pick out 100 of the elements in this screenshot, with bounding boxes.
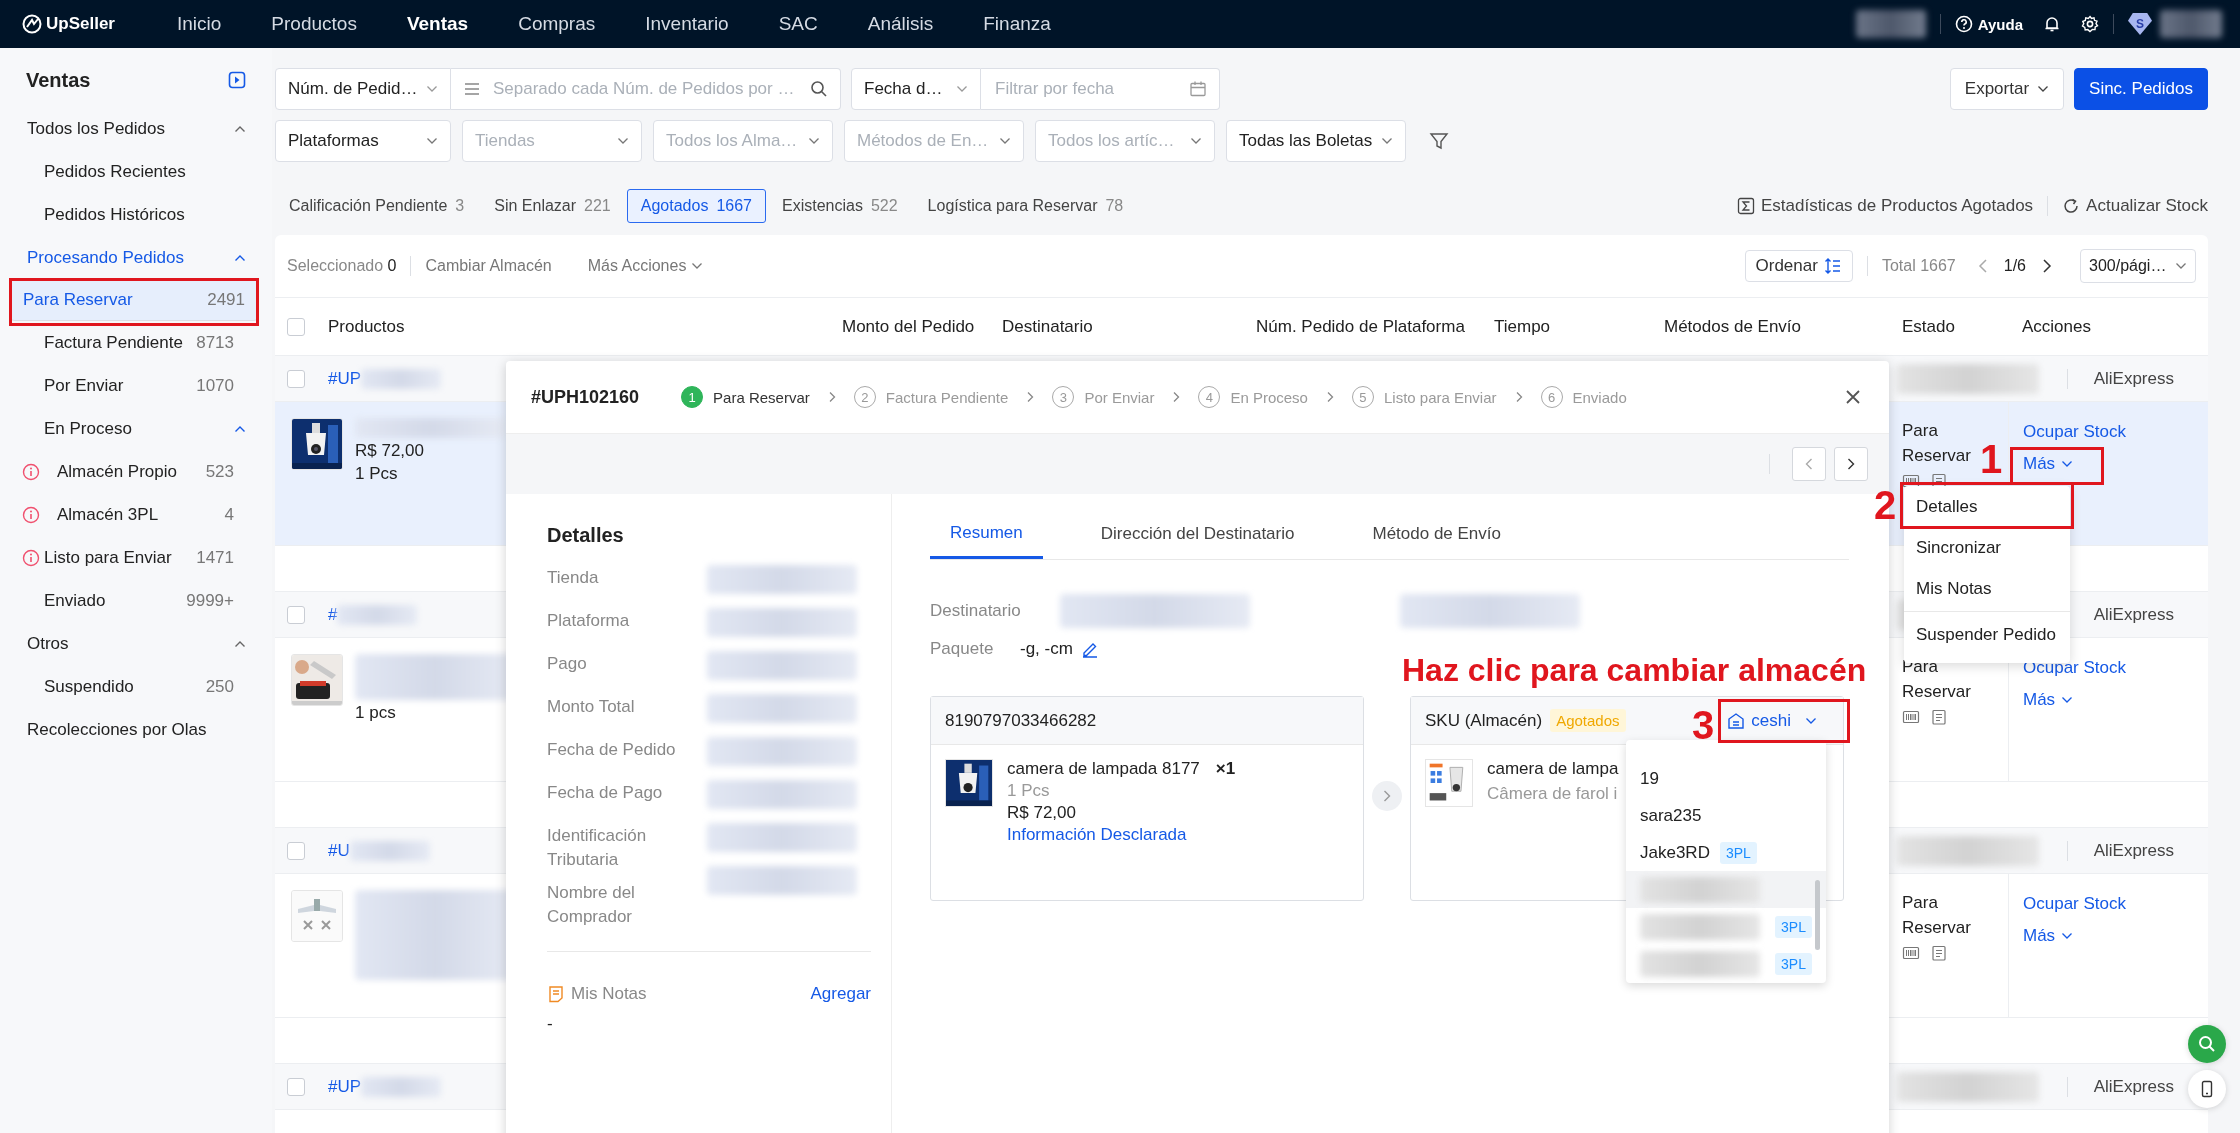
quantity: ×1 xyxy=(1215,759,1236,779)
sidebar-group[interactable]: Procesando Pedidos xyxy=(0,236,272,279)
sidebar-item[interactable]: Enviado 9999+ xyxy=(10,579,258,622)
more-link[interactable]: Más xyxy=(2023,454,2074,474)
note-icon[interactable] xyxy=(1930,944,1948,962)
nav-tab[interactable]: Finanza xyxy=(983,13,1051,35)
nav-tab[interactable]: Análisis xyxy=(867,13,934,35)
column-header: Acciones xyxy=(2022,316,2092,337)
status-tab[interactable]: Logística para Reservar 78 xyxy=(913,189,1138,223)
calendar-icon xyxy=(1189,80,1207,98)
status-tab[interactable]: Agotados 1667 xyxy=(626,189,766,223)
type-select[interactable]: Núm. de Pedid… xyxy=(275,68,451,110)
bell-icon[interactable] xyxy=(2043,15,2061,33)
reserve-stock-link[interactable]: Ocupar Stock xyxy=(2023,422,2194,442)
quantity: 1 pcs xyxy=(355,703,397,723)
product-name: camera de lampa xyxy=(1487,759,1619,780)
date-field[interactable]: Filtrar por fecha xyxy=(993,78,1179,100)
status-tab[interactable]: Sin Enlazar 221 xyxy=(480,189,625,223)
notes-icon xyxy=(547,985,565,1003)
menu-item[interactable]: Sincronizar xyxy=(1904,529,2070,566)
nav-tab[interactable]: SAC xyxy=(778,13,818,35)
sidebar-item[interactable]: Pedidos Recientes xyxy=(10,150,258,193)
date-type-select[interactable]: Fecha d… xyxy=(851,68,981,110)
more-link[interactable]: Más xyxy=(2023,926,2074,946)
nav-tab[interactable]: Compras xyxy=(518,13,596,35)
checkbox[interactable] xyxy=(287,369,305,388)
filter-select[interactable]: Plataformas xyxy=(275,120,451,162)
filter-select[interactable]: Todas las Boletas xyxy=(1226,120,1406,162)
search-button[interactable] xyxy=(2188,1025,2226,1063)
menu-item[interactable]: Mis Notas xyxy=(1904,570,2070,607)
order-number-link[interactable]: # xyxy=(328,604,338,625)
help-link[interactable]: Ayuda xyxy=(1954,15,2023,33)
sidebar-group[interactable]: En Proceso xyxy=(0,407,272,450)
add-note-link[interactable]: Agregar xyxy=(810,984,871,1004)
declared-info-link[interactable]: Información Desclarada xyxy=(1007,825,1337,845)
scrollbar[interactable] xyxy=(1815,880,1820,950)
nav-tab[interactable]: Productos xyxy=(271,13,357,35)
status-tab[interactable]: Calificación Pendiente 3 xyxy=(275,189,479,223)
caret-icon xyxy=(234,124,246,133)
progress-step: 4 En Proceso xyxy=(1198,386,1308,408)
dropdown-option[interactable]: sara235 xyxy=(1626,797,1826,834)
dialog-tab[interactable]: Dirección del Destinatario xyxy=(1080,509,1315,559)
dialog-tab[interactable]: Método de Envío xyxy=(1352,509,1521,559)
sidebar-group[interactable]: Recolecciones por Olas xyxy=(0,708,272,751)
search-field[interactable]: Separado cada Núm. de Pedidos por … xyxy=(491,78,800,100)
sidebar-item[interactable]: Por Enviar 1070 xyxy=(10,364,258,407)
close-icon[interactable] xyxy=(1845,389,1861,405)
nav-tab[interactable]: Inicio xyxy=(177,13,222,35)
chevron-down-icon xyxy=(691,262,704,270)
nav-tab[interactable]: Inventario xyxy=(645,13,729,35)
chevron-down-icon xyxy=(999,137,1011,145)
selected-count: Seleccionado 0 xyxy=(287,257,397,275)
previous-page-icon[interactable] xyxy=(1977,258,1988,274)
export-button[interactable]: Exportar xyxy=(1949,68,2065,110)
collapse-icon[interactable] xyxy=(228,71,246,89)
date-box[interactable]: Filtrar por fecha xyxy=(981,68,1220,110)
more-link[interactable]: Más xyxy=(2023,690,2074,710)
menu-item[interactable]: Suspender Pedido xyxy=(1904,616,2070,653)
settings-icon[interactable] xyxy=(2081,15,2099,33)
sidebar-item[interactable]: Suspendido 250 xyxy=(10,665,258,708)
barcode-icon[interactable] xyxy=(1902,944,1920,962)
alert-icon xyxy=(22,548,40,567)
dropdown-option[interactable]: Jake3RD 3PL xyxy=(1626,834,1826,871)
sidebar-item[interactable]: Para Reservar 2491 xyxy=(10,279,258,321)
sidebar-group[interactable]: Otros xyxy=(0,622,272,665)
nav-tab[interactable]: Ventas xyxy=(406,13,469,35)
checkbox[interactable] xyxy=(287,841,305,860)
reserve-stock-link[interactable]: Ocupar Stock xyxy=(2023,894,2194,914)
sidebar-item[interactable]: Pedidos Históricos xyxy=(10,193,258,236)
sort-button[interactable]: Ordenar xyxy=(1744,250,1853,282)
dropdown-option[interactable]: 19 xyxy=(1626,760,1826,797)
sidebar-item[interactable]: Almacén 3PL 4 xyxy=(10,493,258,536)
stats-link[interactable]: Estadísticas de Productos Agotados xyxy=(1736,196,2034,216)
search-bar[interactable]: Separado cada Núm. de Pedidos por … xyxy=(451,68,841,110)
menu-item[interactable]: Detalles xyxy=(1904,488,2070,525)
sidebar-group[interactable]: Todos los Pedidos xyxy=(0,107,272,150)
page-size-select[interactable]: 300/pági… xyxy=(2080,249,2196,283)
sidebar-item[interactable]: Factura Pendiente 8713 xyxy=(10,321,258,364)
status-tab[interactable]: Existencias 522 xyxy=(767,189,912,223)
checkbox[interactable] xyxy=(287,605,305,624)
more-actions-link[interactable]: Más Acciones xyxy=(587,257,704,275)
warehouse-select[interactable]: ceshi xyxy=(1727,710,1817,731)
order-number-link[interactable]: #U xyxy=(328,840,350,861)
caret-icon xyxy=(234,253,246,262)
order-number-link[interactable]: #UP xyxy=(328,368,362,389)
refresh-stock-link[interactable]: Actualizar Stock xyxy=(2062,196,2208,216)
filter-icon[interactable] xyxy=(1429,131,1449,151)
barcode-icon[interactable] xyxy=(1902,708,1920,726)
checkbox[interactable] xyxy=(287,317,305,336)
sidebar-item[interactable]: Almacén Propio 523 xyxy=(10,450,258,493)
sync-orders-button[interactable]: Sinc. Pedidos xyxy=(2074,68,2208,110)
dialog-tab[interactable]: Resumen xyxy=(930,509,1043,559)
quantity: 1 Pcs xyxy=(355,464,399,484)
next-page-icon[interactable] xyxy=(2042,258,2052,274)
change-warehouse-link[interactable]: Cambiar Almacén xyxy=(425,257,552,275)
sidebar-item[interactable]: Listo para Enviar 1471 xyxy=(10,536,258,579)
chevron-right-icon xyxy=(1514,391,1523,403)
checkbox[interactable] xyxy=(287,1077,305,1096)
order-number-link[interactable]: #UP xyxy=(328,1076,362,1097)
note-icon[interactable] xyxy=(1930,708,1948,726)
